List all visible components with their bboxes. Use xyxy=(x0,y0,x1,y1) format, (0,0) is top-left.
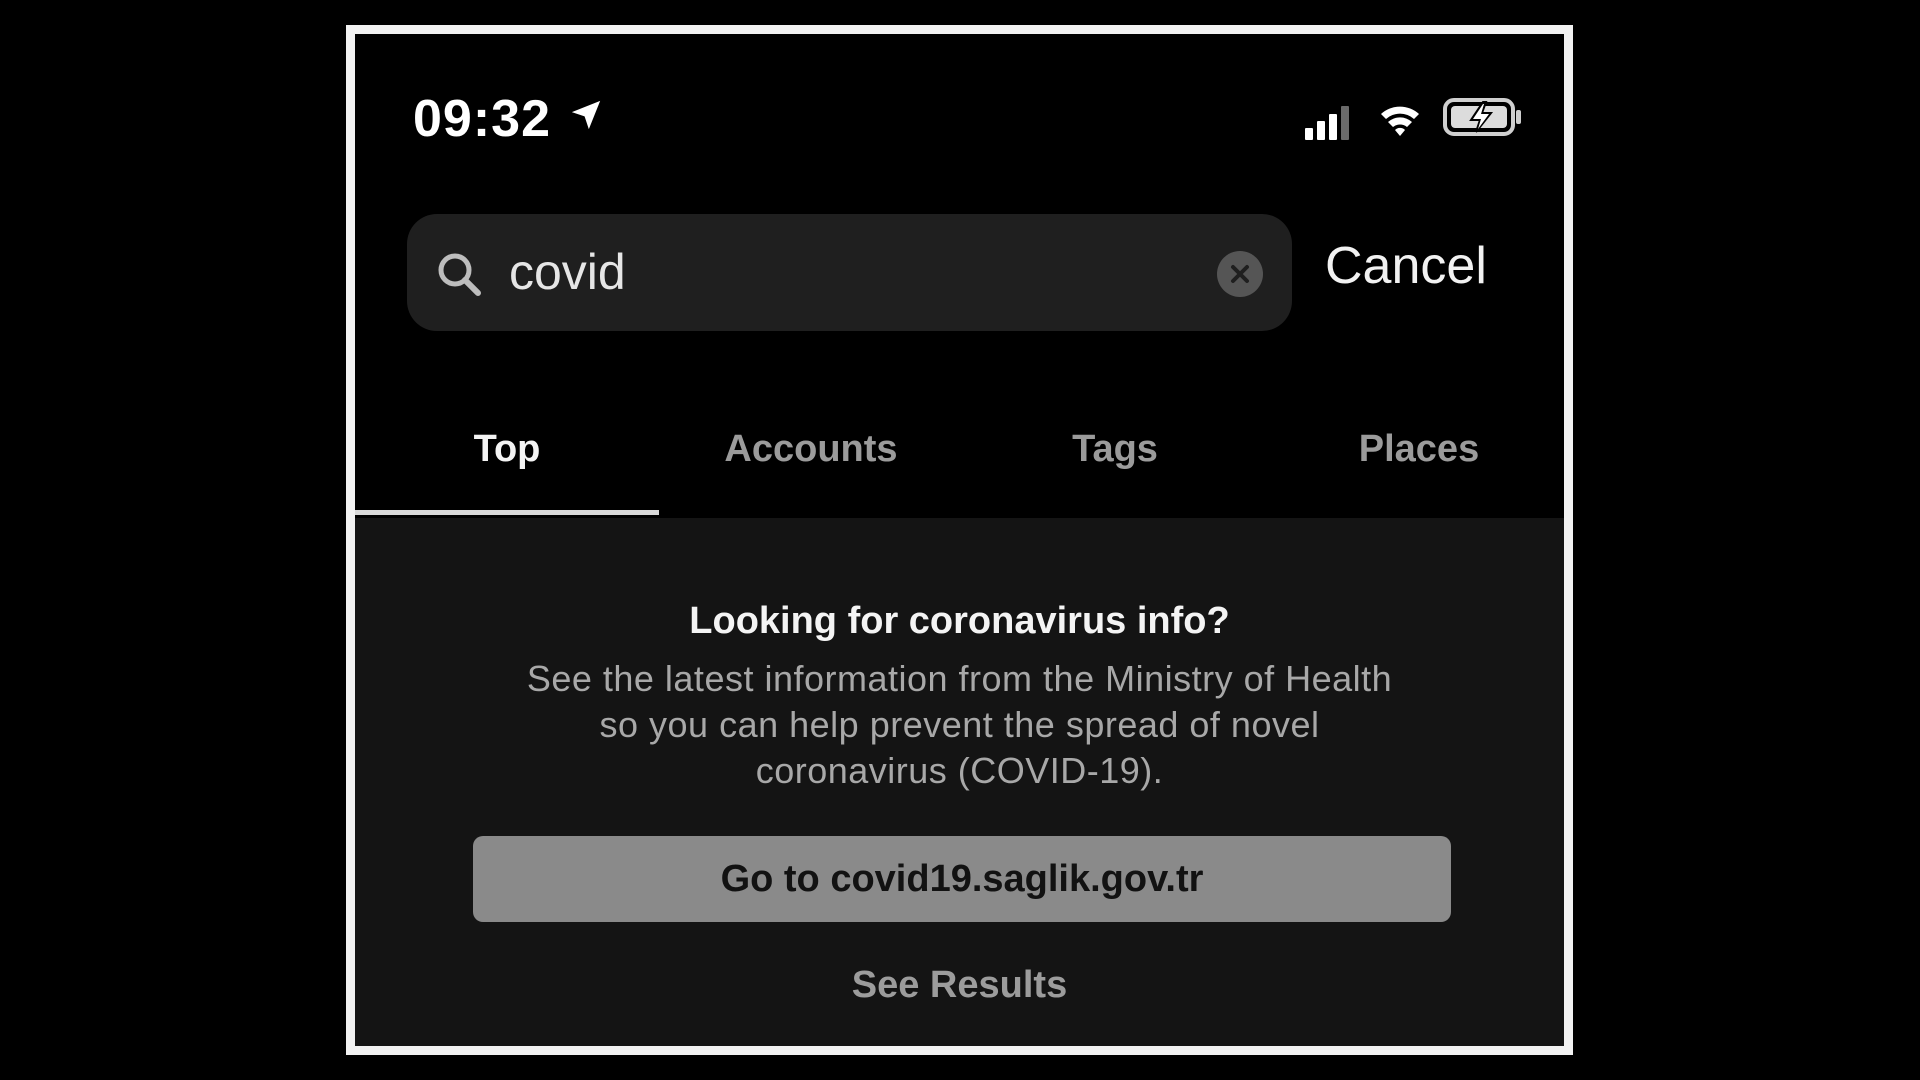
search-row: Cancel xyxy=(355,206,1564,331)
cancel-button[interactable]: Cancel xyxy=(1325,236,1487,296)
search-icon xyxy=(438,253,481,296)
notice-body-line: See the latest information from the Mini… xyxy=(526,658,1393,699)
tab-label: Places xyxy=(1358,427,1480,470)
wifi-icon xyxy=(1381,106,1419,136)
tab-accounts[interactable]: Accounts xyxy=(659,384,963,514)
active-tab-indicator xyxy=(355,510,659,515)
tab-label: Accounts xyxy=(724,427,898,470)
tab-places[interactable]: Places xyxy=(1267,384,1564,514)
see-results-link[interactable]: See Results xyxy=(355,964,1564,1007)
search-tabs: Top Accounts Tags Places xyxy=(355,384,1564,518)
signal-bars-icon xyxy=(1305,106,1349,140)
notice-body-line: coronavirus (COVID-19). xyxy=(755,750,1164,791)
notice-title: Looking for coronavirus info? xyxy=(689,600,1230,642)
tab-top[interactable]: Top xyxy=(355,384,659,514)
clear-search-button[interactable] xyxy=(1217,251,1263,297)
phone-screen: 09:32 covid Cancel Top Accounts Tags Pla… xyxy=(346,25,1573,1055)
tab-tags[interactable]: Tags xyxy=(963,384,1267,514)
clear-x-icon xyxy=(1231,265,1249,283)
search-box[interactable] xyxy=(407,214,1292,331)
tab-label: Top xyxy=(473,427,541,470)
search-input[interactable] xyxy=(509,236,1209,308)
battery-charging-icon xyxy=(1443,98,1521,136)
tab-label: Tags xyxy=(1072,427,1158,470)
status-bar: 09:32 xyxy=(355,34,1564,194)
notice-body: See the latest information from the Mini… xyxy=(455,656,1464,794)
covid-info-panel: Looking for coronavirus info? See the la… xyxy=(355,518,1564,1046)
notice-body-line: so you can help prevent the spread of no… xyxy=(599,704,1320,745)
status-time: 09:32 xyxy=(413,90,551,148)
go-to-health-site-button[interactable]: Go to covid19.saglik.gov.tr xyxy=(473,836,1451,922)
location-arrow-icon xyxy=(571,100,601,130)
